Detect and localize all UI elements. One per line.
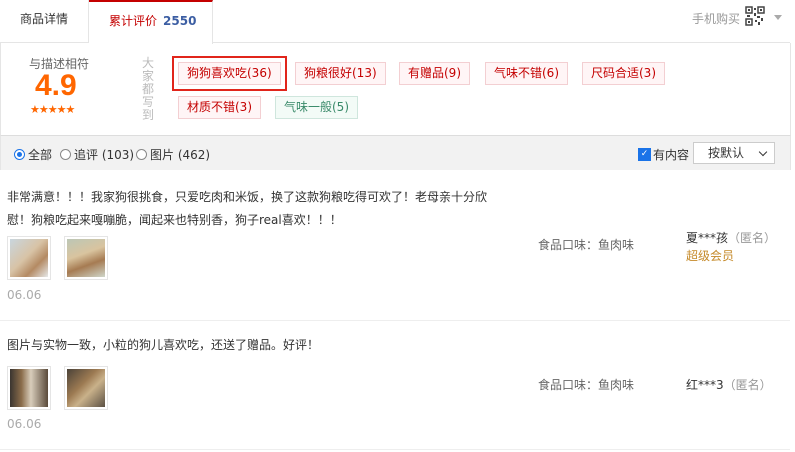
has-content-label: 有内容 [653, 148, 690, 162]
has-content-checkbox[interactable]: ✓ 有内容 [638, 146, 689, 163]
filter-bar: 全部 追评 (103) 图片 (462) ✓ 有内容 按默认 [0, 136, 791, 170]
radio-followup[interactable] [60, 149, 71, 160]
radio-all[interactable] [14, 149, 25, 160]
tag-material-good[interactable]: 材质不错(3) [178, 96, 261, 119]
reviewer-nick: 夏***孩 [686, 231, 729, 245]
sort-label: 按默认 [708, 146, 745, 160]
review-photo[interactable] [7, 366, 51, 410]
filter-all[interactable]: 全部 [14, 146, 52, 163]
review-date: 06.06 [7, 417, 42, 431]
review-photo[interactable] [64, 366, 108, 410]
review-text: 图片与实物一致，小粒的狗儿喜欢吃，还送了赠品。好评！ [7, 338, 320, 352]
checkmark-icon[interactable]: ✓ [638, 148, 651, 161]
chevron-down-icon [758, 147, 768, 157]
review-item: 非常满意！！！我家狗很挑食，只爱吃肉和米饭，换了这款狗粮吃得可欢了！老母亲十分欣… [0, 171, 790, 321]
chevron-down-icon[interactable] [774, 15, 782, 20]
filter-followup-label: 追评 (103) [74, 148, 135, 162]
tag-size-fit[interactable]: 尺码合适(3) [582, 62, 665, 85]
sort-dropdown[interactable]: 按默认 [693, 142, 775, 164]
rating-stars: ★★★★★ [30, 103, 75, 116]
tab-reviews-label: 累计评价 [109, 14, 158, 28]
review-text: 非常满意！！！我家狗很挑食，只爱吃肉和米饭，换了这款狗粮吃得可欢了！老母亲十分欣… [7, 190, 488, 227]
review-item: 图片与实物一致，小粒的狗儿喜欢吃，还送了赠品。好评！ 06.06 食品口味：鱼肉… [0, 321, 790, 450]
tag-smell-average[interactable]: 气味一般(5) [275, 96, 358, 119]
filter-pictures-label: 图片 (462) [150, 148, 211, 162]
tags-vertical-label: 大家都写到 [142, 56, 155, 122]
filter-followup[interactable]: 追评 (103) [60, 146, 134, 163]
review-date: 06.06 [7, 288, 42, 302]
anonymous-tag: （匿名） [723, 378, 772, 392]
reviewer-name: 红***3（匿名） [686, 376, 772, 393]
tag-dog-likes[interactable]: 狗狗喜欢吃(36) [172, 56, 287, 91]
mobile-buy-link[interactable]: 手机购买 [692, 10, 740, 27]
tag-smell-good[interactable]: 气味不错(6) [485, 62, 568, 85]
reviewer-name: 夏***孩（匿名） [686, 229, 776, 246]
member-level: 超级会员 [686, 249, 735, 263]
filter-all-label: 全部 [28, 148, 53, 162]
review-count: 2550 [163, 14, 197, 28]
rating-score: 4.9 [35, 69, 77, 102]
tab-reviews[interactable]: 累计评价 2550 [89, 0, 213, 44]
filter-pictures[interactable]: 图片 (462) [136, 146, 210, 163]
product-spec: 食品口味：鱼肉味 [538, 378, 635, 392]
radio-pictures[interactable] [136, 149, 147, 160]
anonymous-tag: （匿名） [728, 231, 777, 245]
qr-code-icon[interactable] [745, 6, 765, 26]
review-photo[interactable] [64, 236, 108, 280]
tag-has-gift[interactable]: 有赠品(9) [399, 62, 470, 85]
tab-product-detail[interactable]: 商品详情 [0, 0, 89, 42]
tab-bar: 商品详情 累计评价 2550 手机购买 [0, 0, 790, 44]
product-spec: 食品口味：鱼肉味 [538, 238, 635, 252]
tag-food-good[interactable]: 狗粮很好(13) [295, 62, 386, 85]
review-photo[interactable] [7, 236, 51, 280]
rating-summary: 与描述相符 4.9 ★★★★★ 大家都写到 狗狗喜欢吃(36) 狗粮很好(13)… [0, 43, 791, 136]
reviewer-nick: 红***3 [686, 378, 724, 392]
